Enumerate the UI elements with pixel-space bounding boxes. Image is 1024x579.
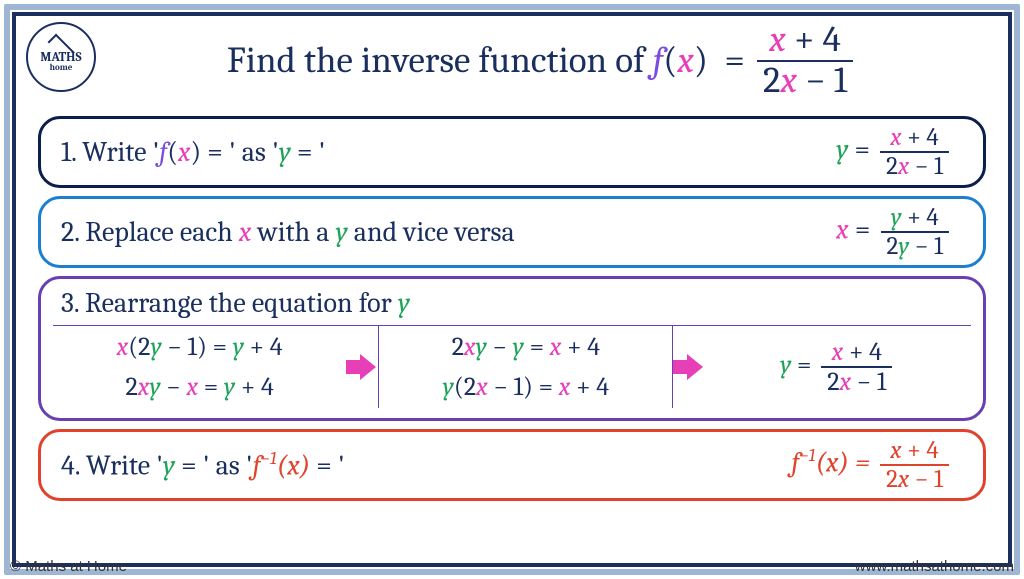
step-3-label: 3. Rearrange the equation for y [53,285,971,325]
inner-frame: MATHS home Find the inverse function of … [12,12,1012,567]
outer-frame: MATHS home Find the inverse function of … [4,4,1020,575]
title-f: f [653,40,664,82]
step-3-col-1: x(2y − 1) = y + 4 2xy − x = y + 4 [53,326,346,408]
page-title: Find the inverse function of f (x) = x +… [34,22,990,108]
footer-url: www.mathsathome.com [855,558,1014,575]
step-4-equation: f−1(x) = x + 4 2x − 1 [791,438,963,492]
step-3-col-3: y = x + 4 2x − 1 [705,333,971,401]
step-2-box: 2. Replace each x with a y and vice vers… [38,196,986,268]
step-2-equation: x = y + 4 2y − 1 [836,205,963,259]
step-4-label: 4. Write 'y = ' as 'f−1(x) = ' [61,448,791,481]
step-3-col-2: 2xy − y = x + 4 y(2x − 1) = x + 4 [379,326,672,408]
title-arg-x: x [677,40,694,82]
step-4-box: 4. Write 'y = ' as 'f−1(x) = ' f−1(x) = … [38,429,986,501]
logo-line2: home [50,64,73,73]
footer-copyright: © Maths at Home [10,558,127,575]
arrow-icon [673,355,705,379]
step-3-body: x(2y − 1) = y + 4 2xy − x = y + 4 2xy − … [53,325,971,408]
step-3-box: 3. Rearrange the equation for y x(2y − 1… [38,276,986,421]
logo: MATHS home [26,22,96,92]
step-1-label: 1. Write 'f(x) = ' as 'y = ' [61,136,836,168]
step-1-box: 1. Write 'f(x) = ' as 'y = ' y = x + 4 2… [38,116,986,188]
title-text: Find the inverse function of [227,40,645,82]
step-1-equation: y = x + 4 2x − 1 [836,125,963,179]
step-2-label: 2. Replace each x with a y and vice vers… [61,216,836,248]
arrow-icon [346,355,378,379]
title-fraction: x + 4 2x − 1 [757,22,853,100]
